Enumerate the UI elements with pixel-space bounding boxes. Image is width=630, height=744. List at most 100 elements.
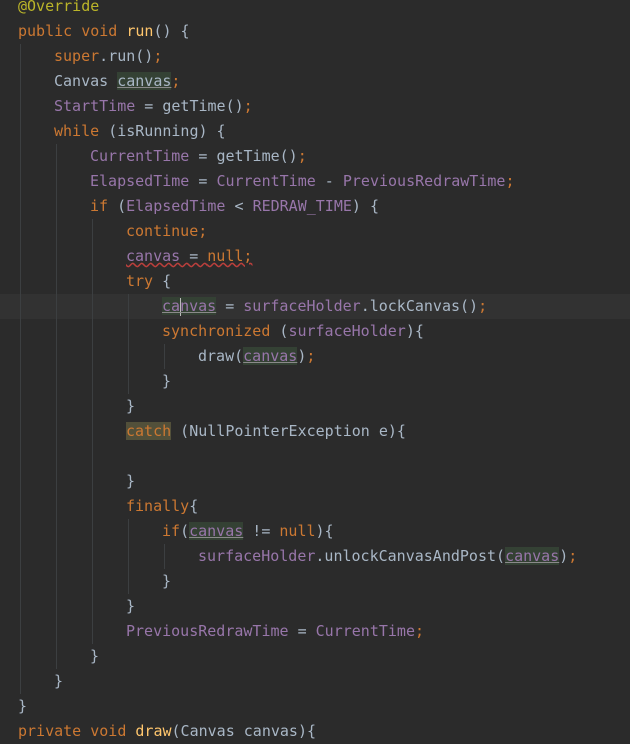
code-token: while [54, 122, 109, 140]
code-token: { [189, 497, 199, 515]
code-token: } [90, 647, 100, 665]
code-line[interactable]: super.run(); [0, 44, 630, 69]
indent-guide [20, 494, 21, 519]
code-token: private [18, 722, 91, 740]
code-token: } [54, 672, 64, 690]
code-token: canvas [162, 297, 217, 316]
indent-guide [20, 344, 21, 369]
code-token: != [243, 522, 280, 540]
code-line[interactable]: continue; [0, 219, 630, 244]
indent-guide [92, 269, 93, 294]
code-line[interactable] [0, 444, 630, 469]
code-line[interactable]: } [0, 669, 630, 694]
indent-guide [20, 394, 21, 419]
code-token: continue [126, 222, 199, 240]
indent-guide [92, 394, 93, 419]
code-token: ){ [405, 322, 424, 340]
indent-guide [92, 569, 93, 594]
code-token: ElapsedTime [90, 172, 190, 190]
code-token: < [225, 197, 253, 215]
code-line[interactable]: } [0, 594, 630, 619]
code-token: { [162, 272, 172, 290]
code-line[interactable]: synchronized (surfaceHolder){ [0, 319, 630, 344]
code-line[interactable]: finally{ [0, 494, 630, 519]
code-line[interactable]: CurrentTime = getTime(); [0, 144, 630, 169]
code-line[interactable]: @Override [0, 0, 630, 19]
code-token: if [90, 197, 118, 215]
code-line[interactable]: try { [0, 269, 630, 294]
indent-guide [92, 494, 93, 519]
code-token: ; [297, 147, 307, 165]
code-token: ; [568, 547, 578, 565]
indent-guide [56, 494, 57, 519]
code-line[interactable]: } [0, 569, 630, 594]
code-token: catch [126, 422, 172, 440]
indent-guide [20, 669, 21, 694]
code-token: void [90, 722, 136, 740]
indent-guide [56, 594, 57, 619]
code-token: } [162, 572, 172, 590]
code-token: PreviousRedrawTime [342, 172, 506, 190]
indent-guide [20, 194, 21, 219]
code-line[interactable]: if(canvas != null){ [0, 519, 630, 544]
code-token: null [207, 247, 244, 265]
code-token: getTime [162, 97, 226, 115]
code-line[interactable]: canvas = null; [0, 244, 630, 269]
code-line[interactable]: if (ElapsedTime < REDRAW_TIME) { [0, 194, 630, 219]
code-line[interactable]: while (isRunning) { [0, 119, 630, 144]
code-lines[interactable]: @Override public void run() {super.run();… [0, 0, 630, 744]
code-line[interactable]: StartTime = getTime(); [0, 94, 630, 119]
code-line[interactable]: ElapsedTime = CurrentTime - PreviousRedr… [0, 169, 630, 194]
code-token: } [126, 472, 136, 490]
code-line[interactable]: } [0, 644, 630, 669]
code-token: } [162, 372, 172, 390]
code-token: ){ [315, 522, 334, 540]
code-line[interactable]: surfaceHolder.unlockCanvasAndPost(canvas… [0, 544, 630, 569]
indent-guide [56, 169, 57, 194]
indent-guide [20, 219, 21, 244]
code-line[interactable]: draw(canvas); [0, 344, 630, 369]
indent-guide [20, 619, 21, 644]
code-token: ; [306, 347, 316, 365]
indent-guide [20, 644, 21, 669]
indent-guide [56, 444, 57, 469]
code-token-part: ca [162, 297, 181, 315]
code-token: try [126, 272, 163, 290]
code-token: REDRAW_TIME [252, 197, 352, 215]
indent-guide [56, 519, 57, 544]
code-line[interactable]: Canvas canvas; [0, 69, 630, 94]
indent-guide [92, 319, 93, 344]
indent-guide [56, 569, 57, 594]
code-line[interactable]: public void run() { [0, 19, 630, 44]
code-token: = [180, 247, 208, 265]
code-token: () [225, 97, 244, 115]
indent-guide [56, 194, 57, 219]
indent-guide [128, 569, 129, 594]
indent-guide [92, 594, 93, 619]
code-token: () { [153, 22, 190, 40]
code-token: public [18, 22, 82, 40]
code-token: run [108, 47, 136, 65]
code-token: = [189, 147, 217, 165]
code-token: (isRunning) { [108, 122, 226, 140]
indent-guide [92, 369, 93, 394]
code-token: ; [243, 97, 253, 115]
indent-guide [56, 369, 57, 394]
code-token: = [216, 297, 244, 315]
code-line[interactable]: } [0, 394, 630, 419]
code-line[interactable]: } [0, 694, 630, 719]
code-token: ( [234, 347, 244, 365]
indent-guide [20, 294, 21, 319]
indent-guide [92, 219, 93, 244]
code-editor[interactable]: @Override public void run() {super.run();… [0, 0, 630, 740]
indent-guide [56, 269, 57, 294]
code-line[interactable]: catch (NullPointerException e){ [0, 419, 630, 444]
code-line[interactable]: canvas = surfaceHolder.lockCanvas(); [0, 294, 630, 319]
code-line[interactable]: } [0, 369, 630, 394]
code-line[interactable]: } [0, 469, 630, 494]
indent-guide [20, 144, 21, 169]
code-token: CurrentTime [90, 147, 190, 165]
code-line[interactable]: PreviousRedrawTime = CurrentTime; [0, 619, 630, 644]
indent-guide [20, 44, 21, 69]
code-line[interactable]: private void draw(Canvas canvas){ [0, 719, 630, 744]
